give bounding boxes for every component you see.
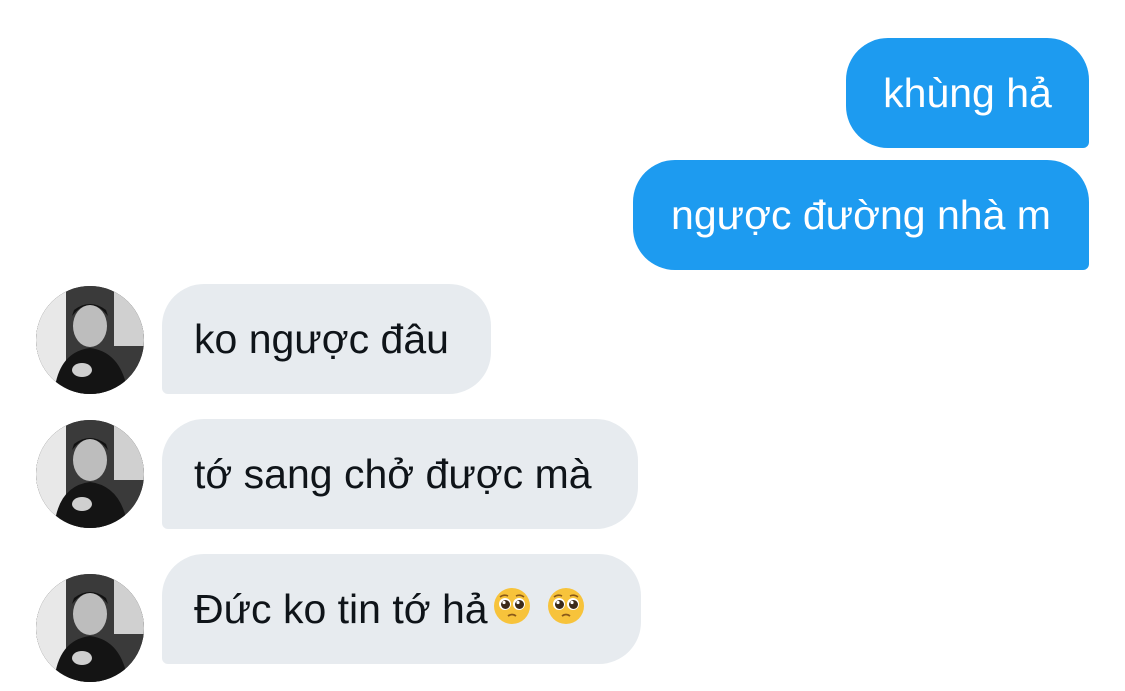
message-text: khùng hả — [883, 69, 1052, 116]
avatar[interactable] — [36, 420, 144, 528]
received-message[interactable]: Đức ko tin tớ hả — [162, 554, 641, 664]
message-text: ko ngược đâu — [194, 315, 449, 362]
received-message[interactable]: tớ sang chở được mà — [162, 419, 638, 529]
avatar[interactable] — [36, 574, 144, 682]
pleading-face-emoji — [492, 586, 532, 633]
message-text: Đức ko tin tớ hả — [194, 585, 488, 632]
received-message[interactable]: ko ngược đâu — [162, 284, 491, 394]
sent-message[interactable]: khùng hả — [846, 38, 1089, 148]
avatar[interactable] — [36, 286, 144, 394]
pleading-face-emoji — [546, 586, 586, 633]
message-text: tớ sang chở được mà — [194, 450, 592, 497]
message-text: ngược đường nhà m — [671, 191, 1051, 238]
sent-message[interactable]: ngược đường nhà m — [633, 160, 1089, 270]
